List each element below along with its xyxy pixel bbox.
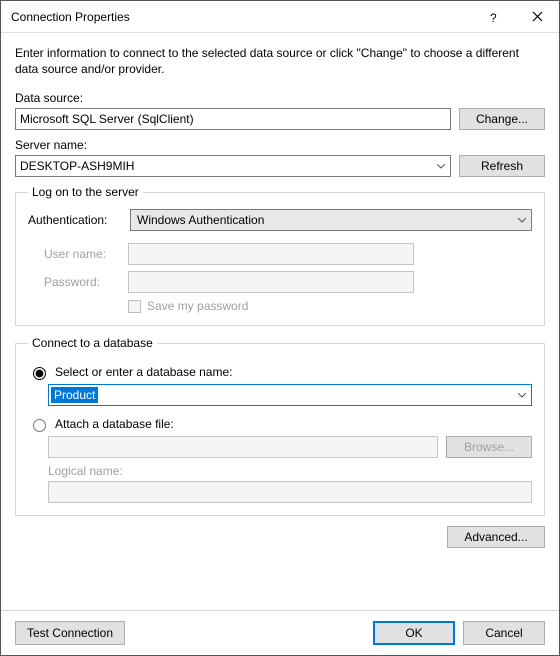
server-name-input[interactable] (16, 156, 432, 176)
database-name-value: Product (51, 387, 98, 403)
logon-legend: Log on to the server (28, 185, 143, 199)
database-group: Connect to a database Select or enter a … (15, 336, 545, 516)
close-button[interactable] (515, 1, 559, 32)
username-input (128, 243, 414, 265)
authentication-select[interactable]: Windows Authentication (130, 209, 532, 231)
help-button[interactable]: ? (471, 1, 515, 32)
select-db-radio-label: Select or enter a database name: (55, 365, 232, 379)
logical-name-label: Logical name: (48, 464, 532, 478)
ok-button[interactable]: OK (373, 621, 455, 645)
dialog-footer: Test Connection OK Cancel (1, 610, 559, 655)
username-label: User name: (44, 247, 120, 261)
authentication-label: Authentication: (28, 213, 120, 227)
browse-button: Browse... (446, 436, 532, 458)
intro-text: Enter information to connect to the sele… (15, 45, 545, 77)
window-title: Connection Properties (1, 10, 471, 24)
advanced-button[interactable]: Advanced... (447, 526, 545, 548)
dialog-window: Connection Properties ? Enter informatio… (0, 0, 560, 656)
select-db-radio-row[interactable]: Select or enter a database name: (28, 364, 532, 380)
dialog-content: Enter information to connect to the sele… (1, 33, 559, 610)
save-password-checkbox (128, 300, 141, 313)
refresh-button[interactable]: Refresh (459, 155, 545, 177)
password-input (128, 271, 414, 293)
data-source-field (15, 108, 451, 130)
attach-db-radio-label: Attach a database file: (55, 417, 174, 431)
test-connection-button[interactable]: Test Connection (15, 621, 125, 645)
change-button[interactable]: Change... (459, 108, 545, 130)
authentication-value: Windows Authentication (131, 213, 513, 227)
database-legend: Connect to a database (28, 336, 157, 350)
attach-file-input (48, 436, 438, 458)
svg-text:?: ? (490, 11, 497, 24)
titlebar: Connection Properties ? (1, 1, 559, 33)
server-name-combo[interactable] (15, 155, 451, 177)
select-db-radio[interactable] (33, 367, 46, 380)
chevron-down-icon[interactable] (513, 218, 531, 223)
database-name-combo[interactable]: Product (48, 384, 532, 406)
data-source-label: Data source: (15, 91, 545, 105)
password-label: Password: (44, 275, 120, 289)
logical-name-input (48, 481, 532, 503)
chevron-down-icon[interactable] (513, 385, 531, 405)
attach-db-radio-row[interactable]: Attach a database file: (28, 416, 532, 432)
logon-group: Log on to the server Authentication: Win… (15, 185, 545, 326)
cancel-button[interactable]: Cancel (463, 621, 545, 645)
server-name-label: Server name: (15, 138, 545, 152)
save-password-label: Save my password (147, 299, 248, 313)
attach-db-radio[interactable] (33, 419, 46, 432)
chevron-down-icon[interactable] (432, 156, 450, 176)
